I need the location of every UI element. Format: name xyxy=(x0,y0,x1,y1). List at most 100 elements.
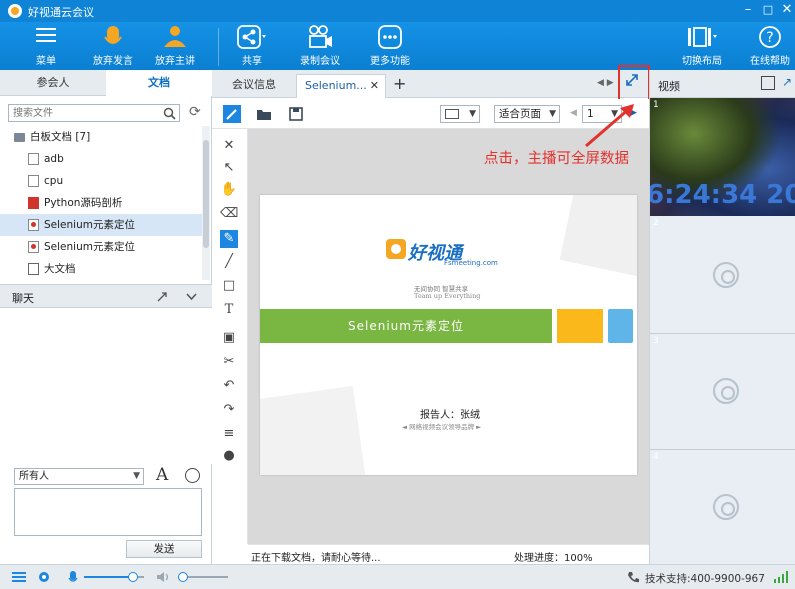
host-person-icon xyxy=(164,26,186,47)
chat-header: 聊天 xyxy=(0,284,212,308)
search-icon[interactable] xyxy=(163,107,176,120)
annotation-arrow xyxy=(585,104,634,148)
open-folder-icon[interactable] xyxy=(256,108,272,121)
file-icon xyxy=(28,175,39,187)
status-bar: 技术支持:400-9900-967 xyxy=(0,564,795,589)
tab-meeting-info[interactable]: 会议信息 xyxy=(232,74,276,98)
expand-icon[interactable] xyxy=(156,291,168,303)
shape-select[interactable]: ▼ xyxy=(440,105,480,123)
redo-icon[interactable]: ↷ xyxy=(220,401,238,419)
file-row[interactable]: cpu xyxy=(0,170,202,192)
image-icon[interactable]: ▣ xyxy=(220,329,238,347)
switch-layout-button[interactable]: 切换布局 xyxy=(678,22,726,70)
video-cell[interactable]: 2 xyxy=(650,216,795,334)
text-tool-icon[interactable]: T xyxy=(220,301,238,319)
video-cell-main[interactable]: 1 6:24:34 20 xyxy=(650,98,795,216)
more-functions-button[interactable]: 更多功能 xyxy=(366,22,414,70)
file-row[interactable]: adb xyxy=(0,148,202,170)
video-title: 视频 xyxy=(658,80,680,93)
refresh-icon[interactable]: ⟳ xyxy=(189,104,205,120)
mic-volume-slider[interactable] xyxy=(84,572,144,582)
file-row[interactable]: Python源码剖析 xyxy=(0,192,202,214)
rectangle-tool-icon[interactable]: □ xyxy=(220,277,238,295)
webcam-icon xyxy=(713,262,739,288)
emoji-icon[interactable] xyxy=(185,468,200,483)
line-width-icon[interactable]: ≡ xyxy=(220,425,238,443)
send-button[interactable]: 发送 xyxy=(126,540,202,558)
tab-selenium-doc[interactable]: Selenium... ✕ xyxy=(296,74,386,98)
slide-title: Selenium元素定位 xyxy=(260,309,552,343)
brand-logo-icon xyxy=(386,239,406,259)
main-toolbar: 菜单 放弃发言 放弃主讲 共享 录制会议 更多功能 切换布局 ? 在线帮助 xyxy=(0,22,795,70)
slide-page: 好视通 Fsmeeting.com 无间协同 智慧共享 Team up Ever… xyxy=(260,195,637,475)
zoom-select[interactable]: 适合页面 ▼ xyxy=(494,105,560,123)
speaker-volume-slider[interactable] xyxy=(178,572,228,582)
pdf-icon xyxy=(28,197,39,209)
video-cell[interactable]: 4 xyxy=(650,450,795,564)
search-input[interactable] xyxy=(9,105,159,121)
close-tools-icon[interactable]: ✕ xyxy=(220,137,238,155)
ppt-icon xyxy=(28,241,39,253)
minimize-button[interactable]: – xyxy=(740,2,756,18)
document-tree: 白板文档 [7] adb cpu Python源码剖析 Selenium元素定位… xyxy=(0,126,202,280)
camera-icon[interactable] xyxy=(38,571,50,583)
close-button[interactable]: ✕ xyxy=(779,2,795,18)
recipient-select[interactable]: 所有人 ▼ xyxy=(14,468,144,485)
expand-video-icon[interactable]: ↗ xyxy=(782,75,792,89)
online-help-button[interactable]: ? 在线帮助 xyxy=(746,22,794,70)
prev-page-icon[interactable]: ◀ xyxy=(570,108,577,118)
microphone-icon[interactable] xyxy=(68,571,78,585)
font-icon[interactable]: A xyxy=(156,465,168,485)
menu-button[interactable]: 菜单 xyxy=(30,22,62,70)
line-icon[interactable]: ╱ xyxy=(220,253,238,271)
tab-nav-arrows[interactable]: ◀ ▶ xyxy=(597,78,614,88)
save-icon[interactable] xyxy=(289,107,303,121)
chevron-down-icon[interactable] xyxy=(186,293,197,301)
layout-icon xyxy=(688,27,717,47)
title-bar: 好视通云会议 – □ ✕ xyxy=(0,0,795,22)
give-up-speaking-button[interactable]: 放弃发言 xyxy=(88,22,138,70)
color-palette-icon[interactable]: ● xyxy=(220,447,238,465)
progress-status: 处理进度：100% xyxy=(514,553,593,564)
tab-documents[interactable]: 文档 xyxy=(106,70,212,96)
slide-footer: ◄ 网络视频会议领导品牌 ► xyxy=(402,423,482,431)
pointer-icon[interactable]: ↖ xyxy=(220,159,238,177)
toolbar-divider xyxy=(218,28,219,66)
file-row-selected[interactable]: Selenium元素定位 xyxy=(0,214,202,236)
pen-icon[interactable]: ✎ xyxy=(220,230,238,248)
left-panel: 参会人 文档 ⟳ 白板文档 [7] adb cpu Python源码剖析 xyxy=(0,70,212,564)
whiteboard-canvas[interactable]: 好视通 Fsmeeting.com 无间协同 智慧共享 Team up Ever… xyxy=(248,129,649,544)
add-tab-icon[interactable]: + xyxy=(393,74,406,93)
pen-tool-icon[interactable] xyxy=(223,105,241,123)
scissors-icon[interactable]: ✂ xyxy=(220,353,238,371)
document-icon xyxy=(28,263,39,275)
file-row[interactable]: Selenium元素定位 xyxy=(0,236,202,258)
scrollbar-thumb[interactable] xyxy=(203,140,209,248)
slide-blue-block xyxy=(608,309,633,343)
give-up-host-button[interactable]: 放弃主讲 xyxy=(146,22,204,70)
hand-icon[interactable]: ✋ xyxy=(220,181,238,199)
tab-participants[interactable]: 参会人 xyxy=(0,70,106,96)
video-panel: 视频 ↗ 1 6:24:34 20 2 3 4 xyxy=(649,70,795,564)
file-row[interactable]: 大文档 xyxy=(0,258,202,280)
close-tab-icon[interactable]: ✕ xyxy=(370,75,379,97)
webcam-icon xyxy=(713,494,739,520)
undo-icon[interactable]: ↶ xyxy=(220,377,238,395)
list-icon[interactable] xyxy=(12,571,26,583)
chat-input[interactable] xyxy=(14,488,202,536)
more-smile-icon xyxy=(378,25,402,49)
slider-knob[interactable] xyxy=(178,572,188,582)
eraser-icon[interactable]: ⌫ xyxy=(220,205,238,223)
share-button[interactable]: 共享 xyxy=(232,22,272,70)
video-grid-icon[interactable] xyxy=(761,76,775,90)
speaker-icon[interactable] xyxy=(156,571,170,583)
folder-row[interactable]: 白板文档 [7] xyxy=(0,126,202,148)
chevron-down-icon: ▼ xyxy=(133,471,140,481)
maximize-button[interactable]: □ xyxy=(760,2,776,18)
video-cell[interactable]: 3 xyxy=(650,334,795,450)
tree-scrollbar[interactable] xyxy=(202,126,210,280)
slider-knob[interactable] xyxy=(128,572,138,582)
record-meeting-button[interactable]: 录制会议 xyxy=(296,22,344,70)
left-tabs: 参会人 文档 xyxy=(0,70,212,96)
slide-reporter: 报告人：张绒 xyxy=(420,410,480,421)
